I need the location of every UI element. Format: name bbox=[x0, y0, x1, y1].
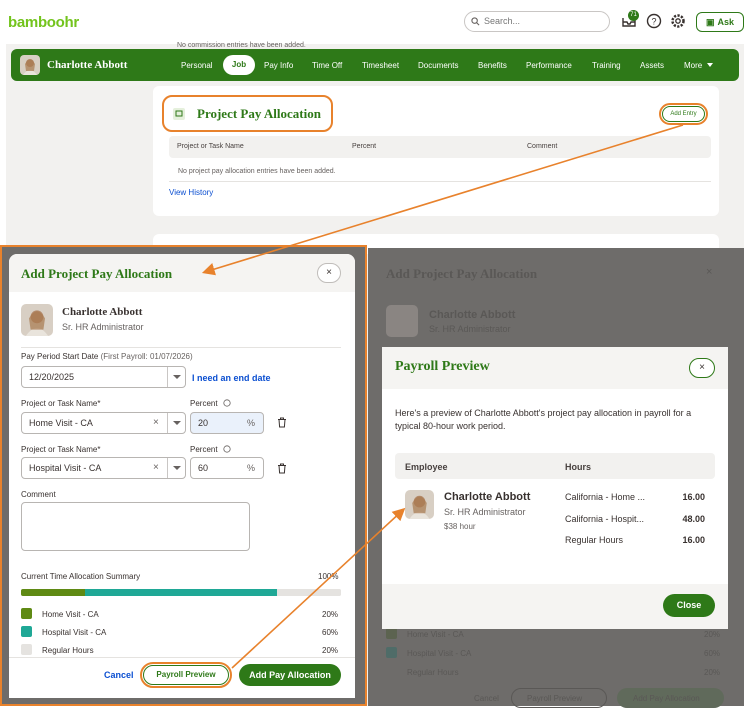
arrow-preview-to-panel bbox=[231, 507, 406, 669]
arrow-add-entry-to-modal bbox=[201, 124, 684, 276]
callout-arrows bbox=[201, 124, 684, 669]
